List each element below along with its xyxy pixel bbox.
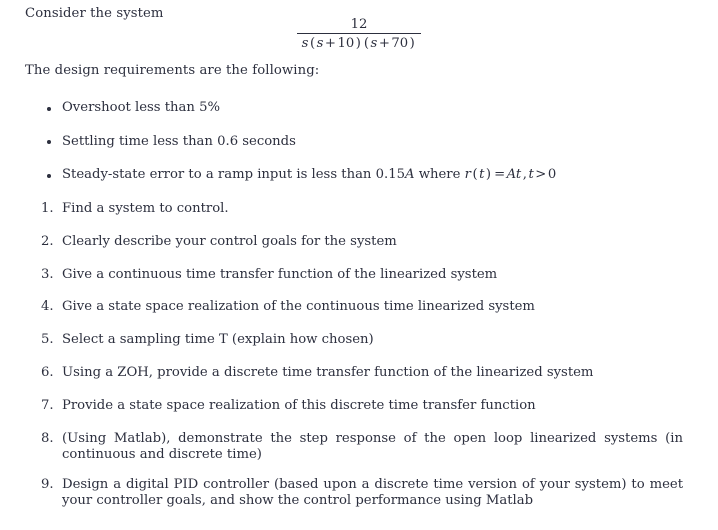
task-number: 1. (41, 201, 54, 216)
requirement-r: r (464, 167, 471, 182)
list-item: 8. (Using Matlab), demonstrate the step … (0, 431, 683, 464)
task-number: 9. (41, 476, 54, 492)
requirement-lead: Steady-state error to a ramp input is le… (62, 167, 405, 182)
list-item: 2. Clearly describe your control goals f… (0, 234, 683, 251)
task-number: 4. (41, 299, 54, 315)
requirement-a2: A (506, 167, 516, 182)
bullet-icon (47, 140, 52, 145)
task-number: 5. (41, 332, 54, 348)
requirement-t3: t (528, 167, 534, 182)
requirement-where: where (418, 167, 461, 182)
task-number: 6. (41, 364, 54, 380)
task-text: Provide a state space realization of thi… (62, 397, 536, 413)
task-text: Find a system to control. (62, 201, 229, 216)
list-item: Steady-state error to a ramp input is le… (0, 167, 718, 183)
task-number: 2. (41, 233, 54, 249)
tasks-list: 1. Find a system to control. 2. Clearly … (0, 201, 718, 523)
denominator-close-paren-2: ) (409, 36, 415, 52)
list-item: 5. Select a sampling time T (explain how… (0, 332, 683, 349)
requirement-text: Settling time less than 0.6 seconds (62, 133, 296, 149)
requirements-list: Overshoot less than 5% Settling time les… (0, 100, 718, 201)
task-number: 7. (41, 397, 54, 413)
requirement-zero: 0 (547, 167, 557, 182)
denominator-seventy: 70 (391, 36, 409, 52)
list-item: 7. Provide a state space realization of … (0, 398, 683, 415)
list-item: 3. Give a continuous time transfer funct… (0, 267, 683, 284)
denominator-open-paren-2: ( (363, 36, 370, 52)
requirement-open-paren: ( (472, 167, 478, 182)
task-text: Using a ZOH, provide a discrete time tra… (62, 364, 594, 380)
requirements-paragraph: The design requirements are the followin… (25, 63, 320, 78)
denominator-plus-2: + (378, 36, 390, 52)
list-item: 1. Find a system to control. (0, 201, 683, 218)
task-text: Clearly describe your control goals for … (62, 233, 397, 249)
denominator-ten: 10 (337, 36, 355, 52)
bullet-icon (47, 106, 52, 111)
requirement-close-paren: ) (485, 167, 492, 182)
fraction: 12 s(s +10)(s +70) (296, 17, 423, 52)
list-item: Overshoot less than 5% (0, 100, 718, 116)
task-text: Select a sampling time T (explain how ch… (62, 332, 374, 348)
fraction-denominator: s(s +10)(s +70) (296, 34, 423, 51)
requirement-text: Overshoot less than 5% (62, 100, 221, 115)
task-text: Design a digital PID controller (based u… (62, 476, 683, 509)
document-page: Consider the system 12 s(s +10)(s +70) The… (0, 0, 718, 530)
task-text: Give a continuous time transfer function… (62, 266, 498, 282)
list-item: 9. Design a digital PID controller (base… (0, 477, 683, 510)
task-number: 3. (41, 266, 54, 282)
list-item: Settling time less than 0.6 seconds (0, 134, 718, 150)
requirement-greater-than: > (535, 167, 547, 182)
task-number: 8. (41, 430, 54, 446)
requirement-text: Steady-state error to a ramp input is le… (62, 167, 556, 182)
requirement-equals: = (494, 167, 506, 182)
fraction-numerator: 12 (350, 17, 368, 32)
denominator-open-paren-1: ( (309, 36, 316, 52)
transfer-function-equation: 12 s(s +10)(s +70) (0, 17, 718, 52)
requirement-var-a: A (404, 167, 415, 182)
bullet-icon (47, 173, 52, 178)
task-text: Give a state space realization of the co… (62, 299, 535, 315)
task-text: (Using Matlab), demonstrate the step res… (62, 430, 683, 463)
list-item: 6. Using a ZOH, provide a discrete time … (0, 365, 683, 382)
list-item: 4. Give a state space realization of the… (0, 299, 683, 316)
denominator-plus-1: + (324, 36, 336, 52)
